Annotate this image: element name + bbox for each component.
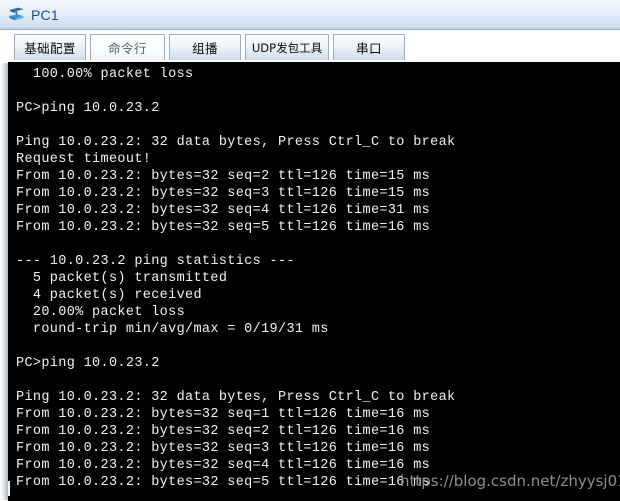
terminal-line: From 10.0.23.2: bytes=32 seq=2 ttl=126 t… (16, 424, 431, 439)
terminal-line: 5 packet(s) transmitted (16, 271, 228, 286)
tab-multicast[interactable]: 组播 (169, 34, 241, 60)
terminal-cursor (8, 481, 10, 496)
terminal-line: From 10.0.23.2: bytes=32 seq=3 ttl=126 t… (16, 186, 431, 201)
tab-label: UDP发包工具 (251, 40, 323, 55)
pc-device-icon (9, 7, 24, 20)
tab-command-line[interactable]: 命令行 (90, 34, 165, 60)
tab-udp-tool[interactable]: UDP发包工具 (245, 34, 329, 60)
terminal-line: From 10.0.23.2: bytes=32 seq=5 ttl=126 t… (16, 220, 431, 235)
window-titlebar: PC1 (0, 0, 620, 30)
window-left-gutter (0, 30, 8, 500)
terminal-line: From 10.0.23.2: bytes=32 seq=4 ttl=126 t… (16, 458, 431, 473)
terminal-line: 4 packet(s) received (16, 288, 202, 303)
terminal-line: 20.00% packet loss (16, 305, 186, 320)
terminal-line: From 10.0.23.2: bytes=32 seq=4 ttl=126 t… (16, 203, 431, 218)
window-title: PC1 (31, 6, 59, 23)
tab-label: 命令行 (108, 41, 147, 56)
terminal-line: PC>ping 10.0.23.2 (16, 356, 160, 371)
terminal-line: PC>ping 10.0.23.2 (16, 101, 160, 116)
terminal-line: Ping 10.0.23.2: 32 data bytes, Press Ctr… (16, 135, 456, 150)
pc1-console-window: PC1 基础配置 命令行 组播 UDP发包工具 串口 100.00% packet lo… (0, 0, 620, 501)
terminal-line: From 10.0.23.2: bytes=32 seq=5 ttl=126 t… (16, 475, 431, 490)
terminal-line: --- 10.0.23.2 ping statistics --- (16, 254, 295, 269)
tab-serial-port[interactable]: 串口 (333, 34, 405, 60)
terminal-output: 100.00% packet loss PC>ping 10.0.23.2 Ping… (16, 66, 620, 501)
tab-label: 串口 (356, 41, 382, 56)
terminal-line: Ping 10.0.23.2: 32 data bytes, Press Ctr… (16, 390, 456, 405)
command-line-terminal[interactable]: 100.00% packet loss PC>ping 10.0.23.2 Ping… (8, 62, 620, 501)
tab-label: 基础配置 (24, 41, 76, 56)
tab-bar: 基础配置 命令行 组播 UDP发包工具 串口 (0, 30, 620, 63)
terminal-line: round-trip min/avg/max = 0/19/31 ms (16, 322, 329, 337)
terminal-line: Request timeout! (16, 152, 152, 167)
terminal-line: 100.00% packet loss (16, 67, 194, 82)
terminal-line: From 10.0.23.2: bytes=32 seq=1 ttl=126 t… (16, 407, 431, 422)
terminal-line: From 10.0.23.2: bytes=32 seq=3 ttl=126 t… (16, 441, 431, 456)
tab-basic-config[interactable]: 基础配置 (14, 34, 86, 60)
terminal-line: From 10.0.23.2: bytes=32 seq=2 ttl=126 t… (16, 169, 431, 184)
tab-label: 组播 (192, 41, 218, 56)
